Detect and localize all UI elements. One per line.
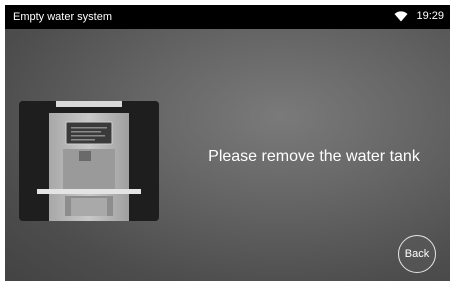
back-button[interactable]: Back xyxy=(398,235,436,273)
device-screen: Empty water system 19:29 Please remove t… xyxy=(5,5,450,281)
status-bar: Empty water system 19:29 xyxy=(5,5,450,29)
window-title: Empty water system xyxy=(13,11,113,23)
status-indicators: 19:29 xyxy=(394,10,444,22)
wifi-icon xyxy=(394,11,408,22)
coffee-machine-illustration xyxy=(19,101,159,221)
clock: 19:29 xyxy=(416,10,444,22)
main-panel: Please remove the water tank Back xyxy=(5,29,450,281)
instruction-message: Please remove the water tank xyxy=(208,148,420,165)
